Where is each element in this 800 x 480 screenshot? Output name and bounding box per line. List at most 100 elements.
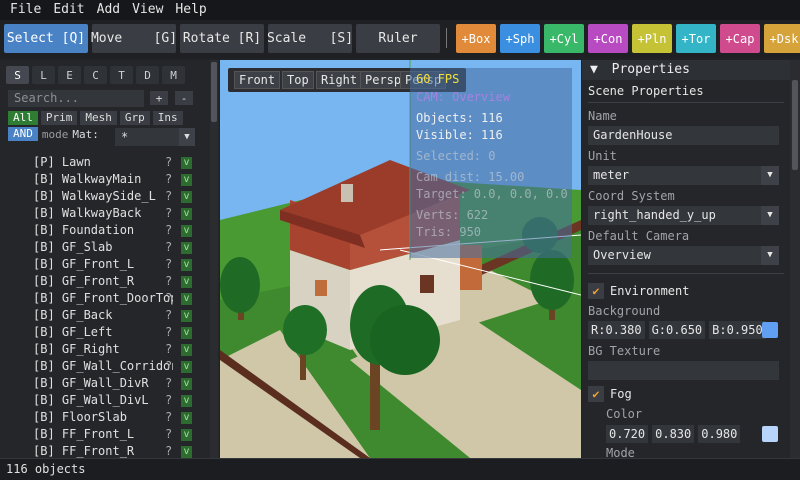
add-primitive-button[interactable]: +Sph — [500, 24, 540, 53]
fog-g-input[interactable]: 0.830 — [652, 425, 695, 443]
list-item[interactable]: [B] GF_Front_R? v — [0, 273, 210, 290]
tab-lights[interactable]: L — [32, 66, 55, 84]
visibility-toggle[interactable]: v — [181, 344, 192, 356]
add-primitive-button[interactable]: +Tor — [676, 24, 716, 53]
menu-view[interactable]: View — [126, 0, 169, 20]
visibility-toggle[interactable]: v — [181, 259, 192, 271]
list-item[interactable]: [B] GF_Back? v — [0, 307, 210, 324]
list-item[interactable]: [B] GF_Wall_DivR? v — [0, 375, 210, 392]
filter-prim[interactable]: Prim — [40, 111, 78, 125]
search-input[interactable]: Search... — [8, 90, 144, 107]
info-icon[interactable]: ? — [165, 273, 172, 290]
select-tool-button[interactable]: Select [Q] — [4, 24, 88, 53]
visibility-toggle[interactable]: v — [181, 429, 192, 441]
scrollbar-thumb[interactable] — [792, 80, 798, 170]
fog-color-swatch[interactable] — [762, 426, 778, 442]
tab-cameras[interactable]: C — [84, 66, 107, 84]
list-item[interactable]: [B] GF_Left? v — [0, 324, 210, 341]
list-item[interactable]: [B] GF_Front_L? v — [0, 256, 210, 273]
list-item[interactable]: [B] GF_Right? v — [0, 341, 210, 358]
info-icon[interactable]: ? — [165, 290, 172, 307]
menu-help[interactable]: Help — [169, 0, 212, 20]
list-item[interactable]: [B] FF_Front_R? v — [0, 443, 210, 458]
info-icon[interactable]: ? — [165, 324, 172, 341]
filter-all[interactable]: All — [8, 111, 38, 125]
properties-scrollbar[interactable] — [790, 60, 800, 458]
list-item[interactable]: [B] FF_Front_L? v — [0, 426, 210, 443]
tab-scene[interactable]: S — [6, 66, 29, 84]
info-icon[interactable]: ? — [165, 426, 172, 443]
bg-b-input[interactable]: B:0.950 — [709, 321, 766, 339]
view-front[interactable]: Front — [234, 71, 281, 89]
bg-texture-input[interactable] — [588, 361, 779, 380]
visibility-toggle[interactable]: v — [181, 242, 192, 254]
info-icon[interactable]: ? — [165, 188, 172, 205]
visibility-toggle[interactable]: v — [181, 208, 192, 220]
visibility-toggle[interactable]: v — [181, 225, 192, 237]
list-item[interactable]: [P] Lawn? v — [0, 154, 210, 171]
list-item[interactable]: [B] WalkwaySide_L? v — [0, 188, 210, 205]
visibility-toggle[interactable]: v — [181, 174, 192, 186]
menu-file[interactable]: File — [4, 0, 47, 20]
visibility-toggle[interactable]: v — [181, 378, 192, 390]
add-primitive-button[interactable]: +Pln — [632, 24, 672, 53]
tab-textures[interactable]: T — [110, 66, 133, 84]
info-icon[interactable]: ? — [165, 392, 172, 409]
info-icon[interactable]: ? — [165, 409, 172, 426]
info-icon[interactable]: ? — [165, 171, 172, 188]
scale-tool-button[interactable]: Scale [S] — [267, 24, 353, 53]
tab-data[interactable]: D — [136, 66, 159, 84]
info-icon[interactable]: ? — [165, 341, 172, 358]
info-icon[interactable]: ? — [165, 222, 172, 239]
ruler-tool-button[interactable]: Ruler — [356, 24, 440, 53]
filter-grp[interactable]: Grp — [119, 111, 150, 125]
outliner-scrollbar[interactable] — [210, 60, 218, 458]
visibility-toggle[interactable]: v — [181, 157, 192, 169]
and-mode-button[interactable]: AND — [8, 127, 38, 141]
default-camera-select[interactable]: Overview ▼ — [588, 246, 779, 265]
add-primitive-button[interactable]: +Box — [456, 24, 496, 53]
fog-b-input[interactable]: 0.980 — [698, 425, 741, 443]
visibility-toggle[interactable]: v — [181, 395, 192, 407]
visibility-toggle[interactable]: v — [181, 361, 192, 373]
list-item[interactable]: [B] WalkwayBack? v — [0, 205, 210, 222]
visibility-toggle[interactable]: v — [181, 276, 192, 288]
list-item[interactable]: [B] GF_Front_DoorTop? v — [0, 290, 210, 307]
visibility-toggle[interactable]: v — [181, 191, 192, 203]
visibility-toggle[interactable]: v — [181, 446, 192, 458]
background-color-swatch[interactable] — [762, 322, 778, 338]
view-top[interactable]: Top — [282, 71, 314, 89]
coord-system-select[interactable]: right_handed_y_up ▼ — [588, 206, 779, 225]
fog-checkbox[interactable]: ✔ — [588, 386, 604, 402]
visibility-toggle[interactable]: v — [181, 327, 192, 339]
remove-object-button[interactable]: - — [175, 91, 193, 105]
add-primitive-button[interactable]: +Dsk — [764, 24, 800, 53]
fog-r-input[interactable]: 0.720 — [606, 425, 649, 443]
properties-header[interactable]: ▼ Properties — [582, 60, 790, 80]
info-icon[interactable]: ? — [165, 205, 172, 222]
scrollbar-thumb[interactable] — [211, 62, 217, 122]
info-icon[interactable]: ? — [165, 256, 172, 273]
add-object-button[interactable]: + — [150, 91, 168, 105]
menu-edit[interactable]: Edit — [47, 0, 90, 20]
environment-checkbox[interactable]: ✔ — [588, 283, 604, 299]
info-icon[interactable]: ? — [165, 375, 172, 392]
list-item[interactable]: [B] GF_Slab? v — [0, 239, 210, 256]
tab-environment[interactable]: E — [58, 66, 81, 84]
visibility-toggle[interactable]: v — [181, 293, 192, 305]
list-item[interactable]: [B] GF_Wall_DivL? v — [0, 392, 210, 409]
add-primitive-button[interactable]: +Cyl — [544, 24, 584, 53]
visibility-toggle[interactable]: v — [181, 310, 192, 322]
bg-r-input[interactable]: R:0.380 — [588, 321, 645, 339]
move-tool-button[interactable]: Move [G] — [91, 24, 177, 53]
3d-viewport[interactable]: Front Top Right Persp Persp 60 FPS CAM: … — [220, 60, 581, 458]
add-primitive-button[interactable]: +Con — [588, 24, 628, 53]
list-item[interactable]: [B] WalkwayMain? v — [0, 171, 210, 188]
bg-g-input[interactable]: G:0.650 — [648, 321, 706, 339]
rotate-tool-button[interactable]: Rotate [R] — [180, 24, 264, 53]
list-item[interactable]: [B] GF_Wall_Corridor? v — [0, 358, 210, 375]
visibility-toggle[interactable]: v — [181, 412, 192, 424]
filter-mesh[interactable]: Mesh — [80, 111, 117, 125]
info-icon[interactable]: ? — [165, 239, 172, 256]
list-item[interactable]: [B] FloorSlab? v — [0, 409, 210, 426]
